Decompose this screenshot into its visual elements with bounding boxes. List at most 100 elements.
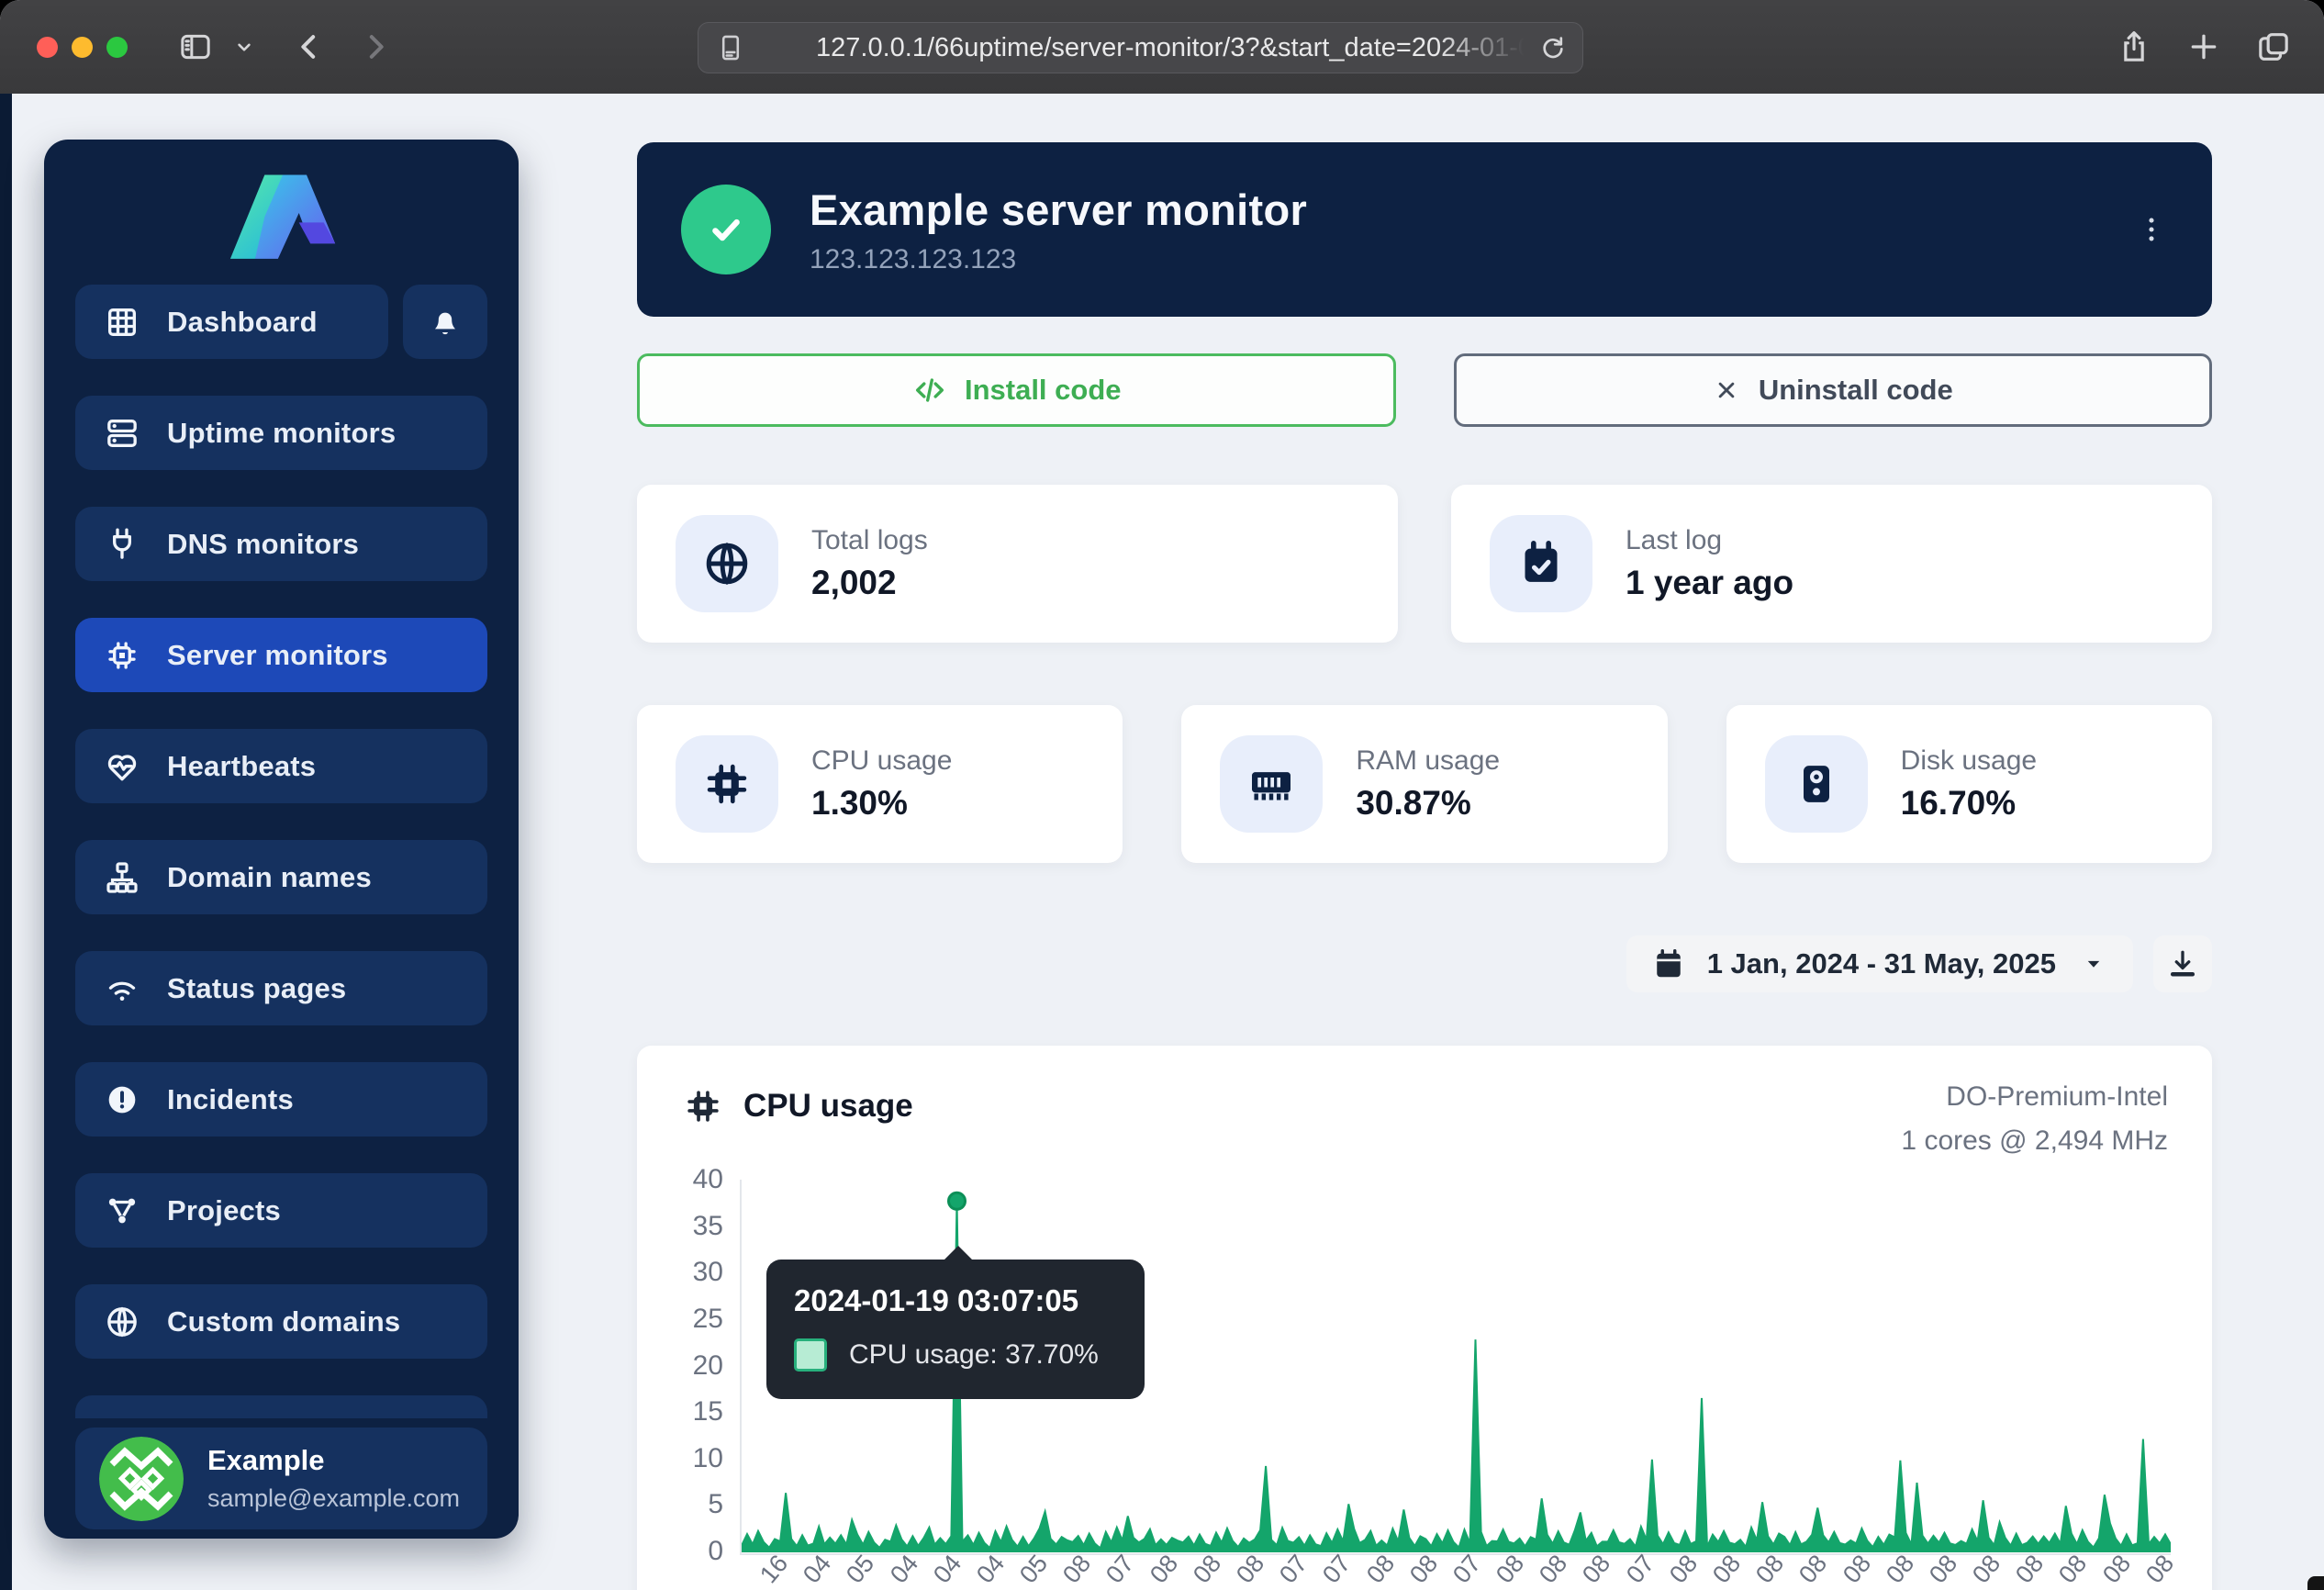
x-tick-label: 08	[1967, 1550, 2006, 1589]
close-window-button[interactable]	[37, 37, 58, 58]
disk-usage-card: Disk usage 16.70%	[1726, 705, 2212, 863]
browser-titlebar: 127.0.0.1/66uptime/server-monitor/3?&sta…	[0, 0, 2324, 95]
download-button[interactable]	[2153, 935, 2212, 992]
x-tick-label: 08	[1145, 1550, 1184, 1589]
stat-label: Last log	[1626, 525, 1793, 556]
sidebar-item-label: Status pages	[167, 972, 346, 1005]
sidebar-item-incidents[interactable]: Incidents	[75, 1062, 487, 1137]
x-tick-label: 08	[1577, 1550, 1616, 1589]
page-title: Example server monitor	[810, 185, 1307, 235]
server-provider: DO-Premium-Intel	[1901, 1075, 2168, 1119]
plug-icon	[103, 525, 141, 564]
hard-drive-icon	[1765, 735, 1868, 833]
x-tick-label: 08	[1707, 1550, 1747, 1589]
more-options-icon[interactable]	[2133, 203, 2170, 256]
sidebar-item-label: Domain names	[167, 861, 372, 894]
sidebar-item-partial[interactable]	[75, 1395, 487, 1418]
server-specs: 1 cores @ 2,494 MHz	[1901, 1119, 2168, 1163]
sidebar: Dashboard Uptime monitors DNS monitors S…	[44, 140, 519, 1539]
x-tick-label: 08	[1361, 1550, 1401, 1589]
y-tick-label: 20	[650, 1350, 723, 1382]
y-tick-label: 25	[650, 1304, 723, 1335]
sidebar-item-label: Server monitors	[167, 639, 388, 672]
stat-label: RAM usage	[1356, 745, 1500, 777]
x-icon	[1713, 376, 1740, 404]
stat-value: 2,002	[811, 564, 928, 602]
address-bar[interactable]: 127.0.0.1/66uptime/server-monitor/3?&sta…	[698, 22, 1583, 73]
code-icon	[911, 372, 948, 409]
page-settings-icon[interactable]	[715, 32, 746, 63]
x-tick-label: 08	[2097, 1550, 2137, 1589]
server-icon	[103, 414, 141, 453]
x-tick-label: 07	[1447, 1550, 1487, 1589]
y-tick-label: 40	[650, 1164, 723, 1195]
x-tick-label: 04	[971, 1550, 1011, 1589]
y-tick-label: 10	[650, 1443, 723, 1474]
x-tick-label: 04	[798, 1550, 837, 1589]
url-text: 127.0.0.1/66uptime/server-monitor/3?&sta…	[816, 33, 1538, 63]
sidebar-item-status-pages[interactable]: Status pages	[75, 951, 487, 1025]
x-tick-label: 08	[1231, 1550, 1270, 1589]
x-tick-label: 08	[1793, 1550, 1833, 1589]
sidebar-item-heartbeats[interactable]: Heartbeats	[75, 729, 487, 803]
x-tick-label: 08	[1491, 1550, 1530, 1589]
alert-icon	[103, 1081, 141, 1119]
notifications-button[interactable]	[403, 285, 487, 359]
status-ok-icon	[681, 185, 771, 274]
chip-icon	[103, 636, 141, 675]
tooltip-timestamp: 2024-01-19 03:07:05	[794, 1283, 1117, 1318]
install-code-label: Install code	[965, 374, 1122, 407]
x-tick-label: 08	[1924, 1550, 1963, 1589]
sidebar-item-uptime-monitors[interactable]: Uptime monitors	[75, 396, 487, 470]
minimize-window-button[interactable]	[72, 37, 93, 58]
stat-label: Disk usage	[1901, 745, 2037, 777]
calendar-icon	[1652, 947, 1685, 980]
uninstall-code-button[interactable]: Uninstall code	[1454, 353, 2213, 427]
stat-label: Total logs	[811, 525, 928, 556]
share-nodes-icon	[103, 1192, 141, 1230]
x-tick-label: 04	[928, 1550, 967, 1589]
y-tick-label: 35	[650, 1211, 723, 1242]
x-tick-label: 08	[1404, 1550, 1444, 1589]
monitor-header-card: Example server monitor 123.123.123.123	[637, 142, 2212, 317]
sidebar-item-domain-names[interactable]: Domain names	[75, 840, 487, 914]
tab-overview-icon[interactable]	[2251, 24, 2296, 70]
stat-value: 1 year ago	[1626, 564, 1793, 602]
heart-pulse-icon	[103, 747, 141, 786]
user-profile[interactable]: Example sample@example.com	[75, 1428, 487, 1529]
x-tick-label: 05	[1014, 1550, 1054, 1589]
new-tab-icon[interactable]	[2181, 24, 2227, 70]
app-logo[interactable]	[75, 163, 487, 263]
y-tick-label: 30	[650, 1257, 723, 1288]
sidebar-item-label: Heartbeats	[167, 750, 316, 783]
date-range-label: 1 Jan, 2024 - 31 May, 2025	[1707, 947, 2056, 980]
reload-icon[interactable]	[1538, 33, 1568, 62]
bell-icon	[426, 303, 464, 342]
stat-value: 1.30%	[811, 784, 952, 823]
sidebar-item-server-monitors[interactable]: Server monitors	[75, 618, 487, 692]
sidebar-item-projects[interactable]: Projects	[75, 1173, 487, 1248]
sidebar-item-dashboard[interactable]: Dashboard	[75, 285, 388, 359]
sidebar-item-label: Incidents	[167, 1083, 294, 1116]
sidebar-item-custom-domains[interactable]: Custom domains	[75, 1284, 487, 1359]
total-logs-card: Total logs 2,002	[637, 485, 1398, 643]
sidebar-item-label: Custom domains	[167, 1305, 400, 1338]
x-tick-label: 08	[1664, 1550, 1704, 1589]
back-button[interactable]	[286, 24, 332, 70]
uninstall-code-label: Uninstall code	[1759, 374, 1953, 407]
last-log-card: Last log 1 year ago	[1451, 485, 2212, 643]
browser-window: 127.0.0.1/66uptime/server-monitor/3?&sta…	[0, 0, 2324, 1590]
calendar-check-icon	[1490, 515, 1592, 612]
zoom-window-button[interactable]	[106, 37, 128, 58]
caret-down-icon	[2080, 950, 2107, 978]
share-icon[interactable]	[2111, 24, 2157, 70]
sidebar-item-dns-monitors[interactable]: DNS monitors	[75, 507, 487, 581]
sidebar-item-label: Uptime monitors	[167, 417, 396, 450]
x-tick-label: 05	[841, 1550, 880, 1589]
install-code-button[interactable]: Install code	[637, 353, 1396, 427]
chevron-down-icon[interactable]	[226, 24, 263, 70]
date-range-picker[interactable]: 1 Jan, 2024 - 31 May, 2025	[1626, 935, 2133, 992]
sidebar-toggle-icon[interactable]	[173, 24, 218, 70]
y-tick-label: 0	[650, 1536, 723, 1567]
forward-button[interactable]	[352, 24, 398, 70]
